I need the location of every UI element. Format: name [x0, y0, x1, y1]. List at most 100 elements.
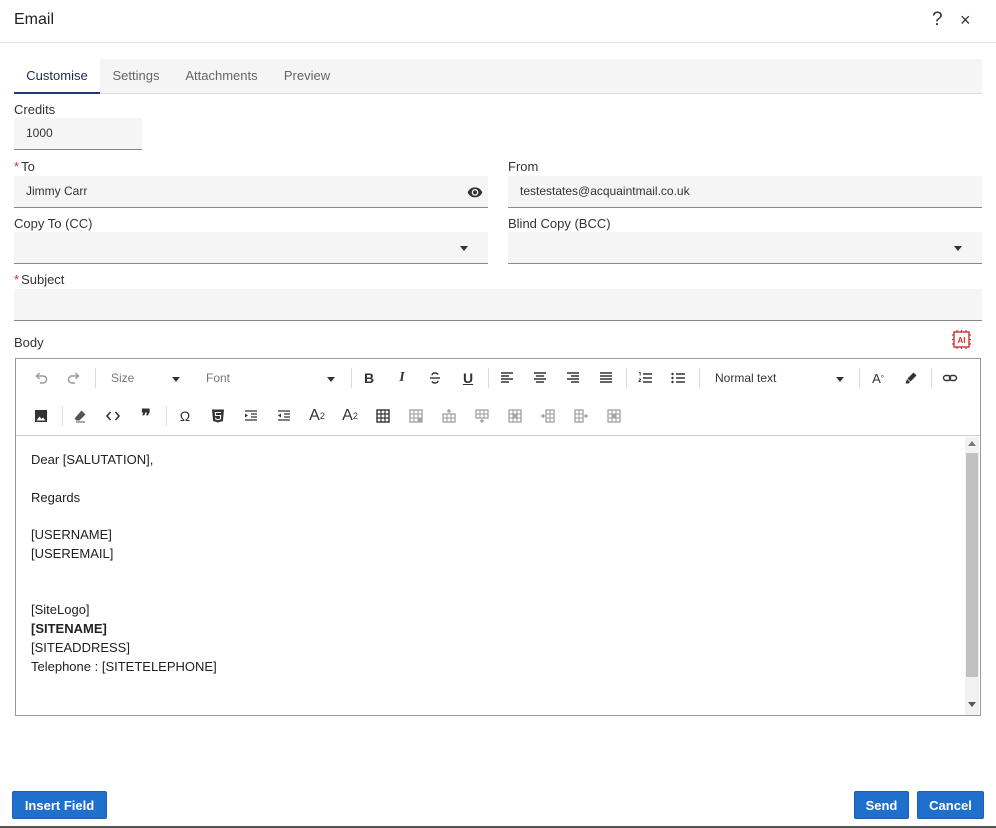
- to-label-text: To: [21, 159, 35, 174]
- delete-table-icon[interactable]: [405, 405, 427, 427]
- outdent-icon[interactable]: [273, 405, 295, 427]
- image-icon[interactable]: [30, 405, 52, 427]
- font-size-label: Size: [111, 371, 135, 385]
- italic-button[interactable]: I: [391, 367, 413, 389]
- code-view-icon[interactable]: [102, 405, 124, 427]
- font-color-icon[interactable]: A °: [867, 367, 889, 389]
- scroll-up-icon[interactable]: [968, 441, 976, 446]
- from-field[interactable]: testestates@acquaintmail.co.uk: [508, 176, 982, 208]
- chevron-down-icon: [172, 377, 180, 382]
- body-line: Telephone : [SITETELEPHONE]: [31, 658, 217, 674]
- highlight-icon[interactable]: [900, 367, 922, 389]
- delete-column-icon[interactable]: [603, 405, 625, 427]
- body-line: [31, 470, 949, 489]
- indent-icon[interactable]: [240, 405, 262, 427]
- tab-preview[interactable]: Preview: [271, 59, 343, 94]
- align-left-icon[interactable]: [496, 367, 518, 389]
- delete-row-icon[interactable]: [504, 405, 526, 427]
- toolbar-divider: [931, 368, 932, 388]
- subscript-digit: 2: [319, 411, 325, 421]
- scrollbar-thumb[interactable]: [966, 453, 978, 677]
- tab-customise[interactable]: Customise: [14, 59, 100, 94]
- subscript-icon[interactable]: A2: [306, 405, 328, 427]
- toolbar-divider: [488, 368, 489, 388]
- superscript-letter: A: [342, 407, 353, 424]
- subject-field[interactable]: [14, 289, 982, 321]
- insert-column-right-icon[interactable]: [570, 405, 592, 427]
- body-label: Body: [14, 335, 44, 350]
- cancel-button[interactable]: Cancel: [917, 791, 984, 819]
- eraser-icon[interactable]: [69, 405, 91, 427]
- insert-field-button[interactable]: Insert Field: [12, 791, 107, 819]
- paragraph-format-select[interactable]: Normal text: [715, 371, 845, 385]
- align-right-icon[interactable]: [562, 367, 584, 389]
- close-icon[interactable]: ×: [960, 10, 971, 31]
- font-color-label: A: [872, 370, 881, 386]
- help-icon[interactable]: ?: [932, 9, 943, 31]
- svg-text:AI: AI: [958, 336, 966, 345]
- body-line: Regards: [31, 489, 81, 505]
- font-family-select[interactable]: Font: [206, 371, 336, 385]
- editor-body[interactable]: Dear [SALUTATION], Regards [USERNAME] [U…: [16, 437, 964, 715]
- chevron-down-icon: [836, 377, 844, 382]
- bullet-list-icon[interactable]: [667, 367, 689, 389]
- align-center-icon[interactable]: [529, 367, 551, 389]
- toolbar-divider: [699, 368, 700, 388]
- link-icon[interactable]: [939, 367, 961, 389]
- html5-icon[interactable]: [207, 405, 229, 427]
- chevron-down-icon: [954, 246, 962, 251]
- body-line: [SiteLogo]: [31, 602, 90, 618]
- scroll-down-icon[interactable]: [968, 702, 976, 707]
- body-line: [USERNAME]: [31, 527, 112, 543]
- subscript-letter: A: [309, 407, 320, 424]
- tab-bar: Customise Settings Attachments Preview: [14, 59, 982, 94]
- chevron-down-icon: [327, 377, 335, 382]
- insert-row-below-icon[interactable]: [471, 405, 493, 427]
- body-line: [31, 507, 949, 526]
- send-button[interactable]: Send: [854, 791, 909, 819]
- body-line: [31, 583, 949, 602]
- insert-row-above-icon[interactable]: [438, 405, 460, 427]
- quote-icon[interactable]: ❞: [135, 405, 157, 427]
- to-field[interactable]: Jimmy Carr: [14, 176, 488, 208]
- toolbar-divider: [351, 368, 352, 388]
- toolbar-divider: [859, 368, 860, 388]
- body-line: Dear [SALUTATION],: [31, 452, 154, 467]
- toolbar-divider: [626, 368, 627, 388]
- numbered-list-icon[interactable]: [634, 367, 656, 389]
- align-justify-icon[interactable]: [595, 367, 617, 389]
- toolbar-divider: [166, 406, 167, 426]
- cc-label: Copy To (CC): [14, 216, 93, 231]
- credits-label: Credits: [14, 102, 56, 117]
- redo-icon[interactable]: [63, 367, 85, 389]
- subject-label: * Subject: [14, 272, 64, 287]
- toolbar-divider: [62, 406, 63, 426]
- cc-select[interactable]: [14, 232, 488, 264]
- required-mark: *: [14, 272, 20, 287]
- body-line: [USEREMAIL]: [31, 545, 114, 561]
- superscript-icon[interactable]: A2: [339, 405, 361, 427]
- tab-settings[interactable]: Settings: [100, 59, 172, 94]
- credits-field[interactable]: 1000: [14, 118, 142, 150]
- body-line: [31, 564, 949, 583]
- insert-table-icon[interactable]: [372, 405, 394, 427]
- insert-column-left-icon[interactable]: [537, 405, 559, 427]
- strikethrough-icon[interactable]: [424, 367, 446, 389]
- editor-toolbar: Size Font B I U Normal text A° ❞ Ω A2 A: [16, 359, 980, 436]
- toolbar-divider: [95, 368, 96, 388]
- ai-icon[interactable]: AI: [951, 329, 972, 350]
- special-character-icon[interactable]: Ω: [174, 405, 196, 427]
- subject-label-text: Subject: [21, 272, 65, 287]
- eye-icon[interactable]: [466, 184, 484, 200]
- editor-scrollbar[interactable]: [965, 437, 979, 715]
- body-line: [SITEADDRESS]: [31, 639, 130, 655]
- underline-button[interactable]: U: [457, 367, 479, 389]
- undo-icon[interactable]: [30, 367, 52, 389]
- bold-button[interactable]: B: [358, 367, 380, 389]
- superscript-digit: 2: [352, 411, 358, 421]
- bcc-select[interactable]: [508, 232, 982, 264]
- tab-attachments[interactable]: Attachments: [172, 59, 271, 94]
- required-mark: *: [14, 159, 20, 174]
- font-size-select[interactable]: Size: [111, 371, 183, 385]
- to-label: * To: [14, 159, 35, 174]
